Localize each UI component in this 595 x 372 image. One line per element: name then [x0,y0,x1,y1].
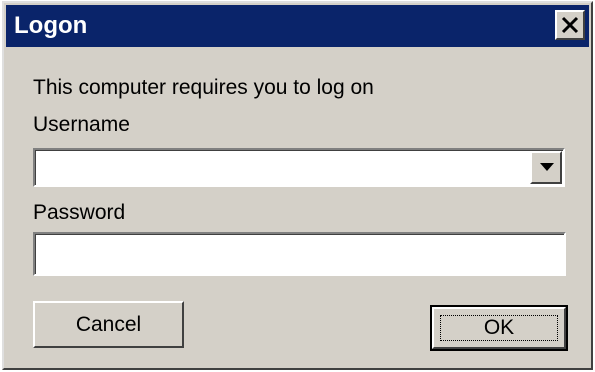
title-bar: Logon [6,5,589,47]
username-dropdown-button[interactable] [530,151,562,184]
username-input[interactable] [38,153,526,182]
chevron-down-icon [540,163,554,171]
ok-button-label: OK [483,316,515,339]
logon-dialog: Logon This computer requires you to log … [2,1,593,370]
ok-button-focus: OK [440,315,558,341]
window-title: Logon [14,12,88,39]
logon-message: This computer requires you to log on [33,76,374,99]
close-button[interactable] [555,10,585,40]
close-icon [561,16,579,34]
cancel-button[interactable]: Cancel [33,301,184,348]
password-field[interactable] [33,232,566,276]
username-label: Username [33,113,130,136]
cancel-button-label: Cancel [75,312,142,336]
password-input[interactable] [38,237,561,271]
username-combobox[interactable] [33,148,565,187]
password-label: Password [33,201,126,224]
ok-button[interactable]: OK [430,305,568,351]
